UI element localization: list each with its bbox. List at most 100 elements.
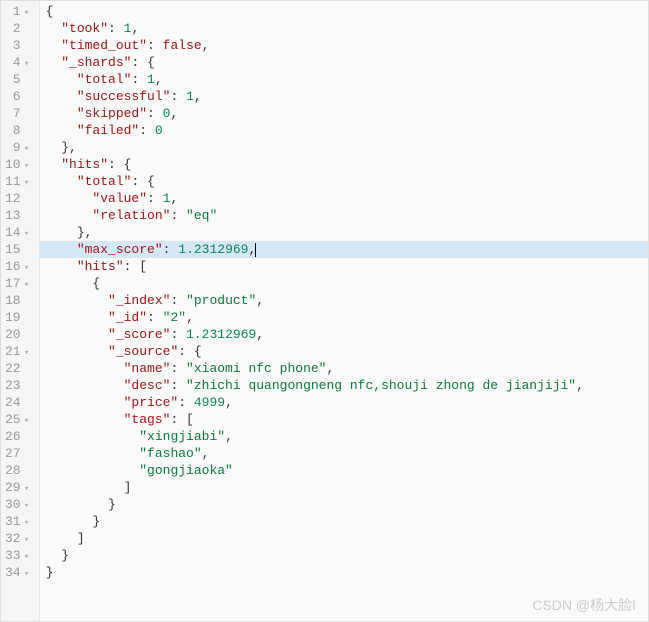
- code-line[interactable]: "_index": "product",: [40, 292, 648, 309]
- code-line[interactable]: }: [40, 513, 648, 530]
- code-line[interactable]: "successful": 1,: [40, 88, 648, 105]
- line-number: 33▾: [5, 547, 31, 564]
- token-str: "fashao": [139, 446, 201, 461]
- code-line[interactable]: "relation": "eq": [40, 207, 648, 224]
- line-number: 3: [5, 37, 31, 54]
- code-line[interactable]: ]: [40, 479, 648, 496]
- token-colon: :: [178, 344, 194, 359]
- code-content[interactable]: { "took": 1, "timed_out": false, "_shard…: [40, 1, 648, 621]
- token-key: "_id": [108, 310, 147, 325]
- token-key: "skipped": [77, 106, 147, 121]
- code-line[interactable]: "max_score": 1.2312969,: [40, 241, 648, 258]
- token-key: "tags": [124, 412, 171, 427]
- line-number: 16▾: [5, 258, 31, 275]
- token-colon: :: [147, 310, 163, 325]
- code-line[interactable]: },: [40, 139, 648, 156]
- code-line[interactable]: "hits": {: [40, 156, 648, 173]
- token-num: 1.2312969: [186, 327, 256, 342]
- line-number: 17▾: [5, 275, 31, 292]
- token-key: "successful": [77, 89, 171, 104]
- code-line[interactable]: "_shards": {: [40, 54, 648, 71]
- line-number: 2: [5, 20, 31, 37]
- line-number: 31▾: [5, 513, 31, 530]
- code-editor[interactable]: 1▾234▾56789▾10▾11▾121314▾1516▾17▾1819202…: [1, 1, 648, 621]
- token-colon: :: [131, 72, 147, 87]
- token-colon: :: [163, 242, 179, 257]
- token-bool: false: [163, 38, 202, 53]
- code-line[interactable]: "total": {: [40, 173, 648, 190]
- line-number: 29▾: [5, 479, 31, 496]
- code-line[interactable]: "_source": {: [40, 343, 648, 360]
- token-punc: ,: [170, 106, 178, 121]
- token-str: "product": [186, 293, 256, 308]
- token-key: "total": [77, 72, 132, 87]
- token-punc: }: [61, 548, 69, 563]
- code-line[interactable]: "desc": "zhichi quangongneng nfc,shouji …: [40, 377, 648, 394]
- token-punc: ,: [225, 429, 233, 444]
- code-line[interactable]: ]: [40, 530, 648, 547]
- token-punc: ,: [202, 38, 210, 53]
- code-line[interactable]: "_score": 1.2312969,: [40, 326, 648, 343]
- token-punc: ,: [225, 395, 233, 410]
- code-line[interactable]: "took": 1,: [40, 20, 648, 37]
- code-line[interactable]: "skipped": 0,: [40, 105, 648, 122]
- code-line[interactable]: "total": 1,: [40, 71, 648, 88]
- line-number: 15: [5, 241, 31, 258]
- token-punc: ,: [186, 310, 194, 325]
- code-line[interactable]: },: [40, 224, 648, 241]
- token-punc: ,: [202, 446, 210, 461]
- token-colon: :: [108, 21, 124, 36]
- line-number: 21▾: [5, 343, 31, 360]
- line-number: 22: [5, 360, 31, 377]
- token-punc: {: [46, 4, 54, 19]
- line-number: 27: [5, 445, 31, 462]
- token-str: "gongjiaoka": [139, 463, 233, 478]
- token-punc: {: [194, 344, 202, 359]
- token-colon: :: [170, 412, 186, 427]
- token-colon: :: [131, 55, 147, 70]
- code-line[interactable]: "xingjiabi",: [40, 428, 648, 445]
- token-str: "eq": [186, 208, 217, 223]
- token-key: "total": [77, 174, 132, 189]
- token-colon: :: [178, 395, 194, 410]
- token-num: 0: [155, 123, 163, 138]
- code-line[interactable]: }: [40, 547, 648, 564]
- token-colon: :: [147, 191, 163, 206]
- line-number: 25▾: [5, 411, 31, 428]
- code-line[interactable]: "price": 4999,: [40, 394, 648, 411]
- token-key: "_source": [108, 344, 178, 359]
- line-number: 13: [5, 207, 31, 224]
- token-num: 1: [147, 72, 155, 87]
- token-punc: },: [61, 140, 77, 155]
- token-key: "took": [61, 21, 108, 36]
- code-line[interactable]: }: [40, 564, 648, 581]
- line-number: 7: [5, 105, 31, 122]
- code-line[interactable]: "failed": 0: [40, 122, 648, 139]
- code-line[interactable]: "hits": [: [40, 258, 648, 275]
- code-line[interactable]: "value": 1,: [40, 190, 648, 207]
- token-str: "zhichi quangongneng nfc,shouji zhong de…: [186, 378, 576, 393]
- token-colon: :: [170, 208, 186, 223]
- line-number: 6: [5, 88, 31, 105]
- token-punc: ,: [155, 72, 163, 87]
- token-key: "_shards": [61, 55, 131, 70]
- code-line[interactable]: "gongjiaoka": [40, 462, 648, 479]
- token-key: "_score": [108, 327, 170, 342]
- code-line[interactable]: "tags": [: [40, 411, 648, 428]
- code-line[interactable]: "_id": "2",: [40, 309, 648, 326]
- code-line[interactable]: {: [40, 275, 648, 292]
- code-line[interactable]: "timed_out": false,: [40, 37, 648, 54]
- line-number: 24: [5, 394, 31, 411]
- code-line[interactable]: {: [40, 3, 648, 20]
- text-cursor: [255, 243, 256, 257]
- code-line[interactable]: "name": "xiaomi nfc phone",: [40, 360, 648, 377]
- token-str: "2": [163, 310, 186, 325]
- token-punc: }: [108, 497, 116, 512]
- code-line[interactable]: }: [40, 496, 648, 513]
- code-line[interactable]: "fashao",: [40, 445, 648, 462]
- line-number: 1▾: [5, 3, 31, 20]
- token-key: "relation": [92, 208, 170, 223]
- fold-toggle-icon[interactable]: ▾: [23, 566, 31, 583]
- token-colon: :: [124, 259, 140, 274]
- line-number: 12: [5, 190, 31, 207]
